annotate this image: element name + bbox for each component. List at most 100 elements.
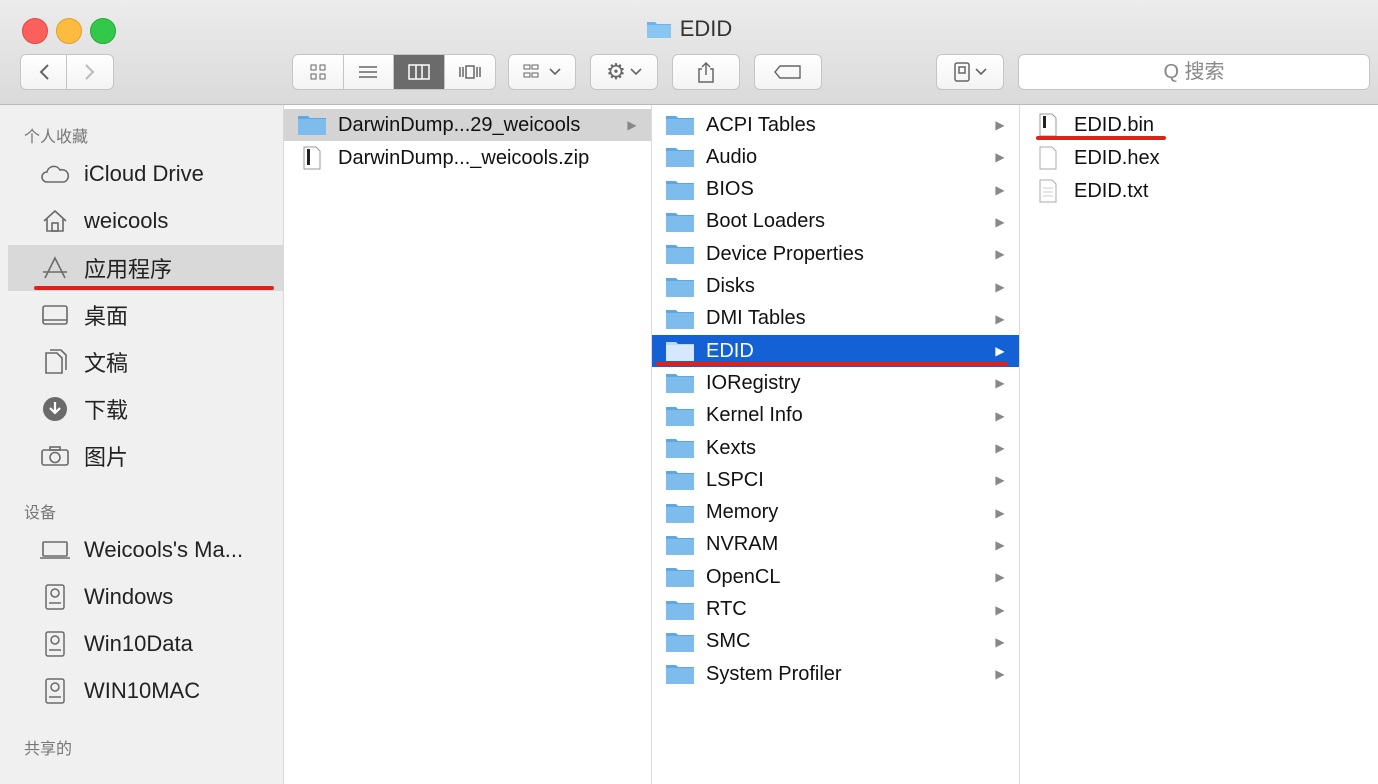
annotation-underline-edid <box>656 362 1008 366</box>
chevron-right-icon <box>85 64 95 80</box>
sidebar-header-shared: 共享的 <box>24 741 73 758</box>
list-item[interactable]: Audio ▶ <box>652 141 1019 173</box>
list-item[interactable]: System Profiler ▶ <box>652 658 1019 690</box>
list-item[interactable]: DMI Tables ▶ <box>652 303 1019 335</box>
applications-icon <box>38 255 72 281</box>
folder-icon <box>662 114 698 136</box>
sidebar-item-label: 桌面 <box>84 304 129 329</box>
item-name: RTC <box>706 598 747 620</box>
sidebar-item-win10data[interactable]: Win10Data <box>8 621 283 667</box>
item-name: ACPI Tables <box>706 113 816 136</box>
folder-icon <box>662 211 698 233</box>
item-name: IORegistry <box>706 371 801 394</box>
folder-icon <box>662 534 698 556</box>
sidebar-item-mac[interactable]: Weicools's Ma... <box>8 527 283 573</box>
sidebar-item-desktop[interactable]: 桌面 <box>8 292 283 338</box>
item-name: OpenCL <box>706 565 781 588</box>
sidebar-item-home[interactable]: weicools <box>8 198 283 244</box>
cloud-icon <box>38 161 72 187</box>
back-button[interactable] <box>21 55 68 89</box>
column-view-button[interactable] <box>394 55 445 89</box>
sidebar-item-label: WIN10MAC <box>84 678 201 703</box>
sidebar-item-pictures[interactable]: 图片 <box>8 433 283 479</box>
sidebar-item-documents[interactable]: 文稿 <box>8 339 283 385</box>
zip-file-icon <box>294 146 330 170</box>
list-item[interactable]: Kernel Info ▶ <box>652 400 1019 432</box>
list-item[interactable]: Boot Loaders ▶ <box>652 206 1019 238</box>
item-name: Kexts <box>706 436 757 459</box>
list-item[interactable]: SMC ▶ <box>652 626 1019 658</box>
annotation-underline-applications <box>34 286 274 290</box>
nav-buttons <box>20 54 114 90</box>
list-item[interactable]: RTC ▶ <box>652 594 1019 626</box>
list-view-button[interactable] <box>344 55 394 89</box>
list-item[interactable]: Memory ▶ <box>652 497 1019 529</box>
desktop-icon <box>38 302 72 328</box>
dropbox-button[interactable] <box>936 54 1004 90</box>
list-item[interactable]: OpenCL ▶ <box>652 561 1019 593</box>
list-item[interactable]: Kexts ▶ <box>652 432 1019 464</box>
item-name: LSPCI <box>706 468 764 491</box>
disclosure-arrow-icon: ▶ <box>995 279 1005 294</box>
sidebar-item-label: 下载 <box>84 398 129 423</box>
coverflow-view-button[interactable] <box>445 55 496 89</box>
action-button[interactable]: ⚙ <box>590 54 658 90</box>
sidebar-item-label: Weicools's Ma... <box>84 537 244 562</box>
list-item[interactable]: ACPI Tables ▶ <box>652 109 1019 141</box>
icon-view-button[interactable] <box>293 55 344 89</box>
sidebar-item-windows[interactable]: Windows <box>8 574 283 620</box>
sidebar-item-label: Win10Data <box>84 631 193 656</box>
folder-icon <box>662 146 698 168</box>
annotation-underline-edid-bin <box>1036 136 1166 140</box>
list-item[interactable]: EDID.txt <box>1020 175 1378 207</box>
column-2: ACPI Tables ▶ Audio ▶ BIOS ▶ Boot Loaders ▶ Devi… <box>652 105 1020 784</box>
text-file-icon <box>1030 179 1066 203</box>
item-name: EDID.hex <box>1074 146 1160 169</box>
disclosure-arrow-icon: ▶ <box>995 667 1005 682</box>
chevron-left-icon <box>39 64 49 80</box>
list-item[interactable]: DarwinDump...29_weicools ▶ <box>284 109 651 141</box>
folder-icon <box>662 276 698 298</box>
search-placeholder: Q 搜索 <box>1163 61 1225 83</box>
downloads-icon <box>38 396 72 422</box>
list-item[interactable]: IORegistry ▶ <box>652 367 1019 399</box>
list-item[interactable]: BIOS ▶ <box>652 174 1019 206</box>
folder-icon <box>646 22 671 38</box>
disclosure-arrow-icon: ▶ <box>995 311 1005 326</box>
search-field[interactable]: Q 搜索 <box>1018 54 1370 90</box>
columns-icon <box>408 64 430 80</box>
folder-icon <box>662 663 698 685</box>
forward-button[interactable] <box>67 55 113 89</box>
share-button[interactable] <box>672 54 740 90</box>
item-name: DarwinDump...29_weicools <box>338 113 581 136</box>
sidebar-item-label: 应用程序 <box>84 257 173 282</box>
item-name: Disks <box>706 275 755 297</box>
item-name: Boot Loaders <box>706 210 825 233</box>
list-item[interactable]: Disks ▶ <box>652 271 1019 303</box>
sidebar-item-win10mac[interactable]: WIN10MAC <box>8 668 283 714</box>
column-3: EDID.bin EDID.hex EDID.txt <box>1020 105 1378 784</box>
folder-icon <box>662 340 698 362</box>
item-name: DarwinDump..._weicools.zip <box>338 146 590 169</box>
list-item[interactable]: Device Properties ▶ <box>652 238 1019 270</box>
executable-file-icon <box>1030 113 1066 137</box>
sidebar-item-applications[interactable]: 应用程序 <box>8 245 283 291</box>
folder-icon <box>662 631 698 653</box>
disclosure-arrow-icon: ▶ <box>995 408 1005 423</box>
arrange-button[interactable] <box>508 54 576 90</box>
tag-button[interactable] <box>754 54 822 90</box>
window-title: EDID <box>0 16 1378 42</box>
list-item[interactable]: DarwinDump..._weicools.zip <box>284 142 651 174</box>
sidebar-item-downloads[interactable]: 下载 <box>8 386 283 432</box>
sidebar-header-favorites: 个人收藏 <box>24 129 89 146</box>
coverflow-icon <box>459 65 481 79</box>
tag-icon <box>774 65 801 79</box>
list-item[interactable]: NVRAM ▶ <box>652 529 1019 561</box>
item-name: EDID.txt <box>1074 179 1149 202</box>
sidebar-item-icloud-drive[interactable]: iCloud Drive <box>8 151 283 197</box>
list-item[interactable]: EDID.hex <box>1020 142 1378 174</box>
arrange-icon <box>523 64 539 78</box>
list-icon <box>359 66 378 78</box>
list-item[interactable]: LSPCI ▶ <box>652 464 1019 496</box>
sidebar: 个人收藏 iCloud Drive weicools 应用程序 桌面 文稿 下载… <box>0 105 284 784</box>
